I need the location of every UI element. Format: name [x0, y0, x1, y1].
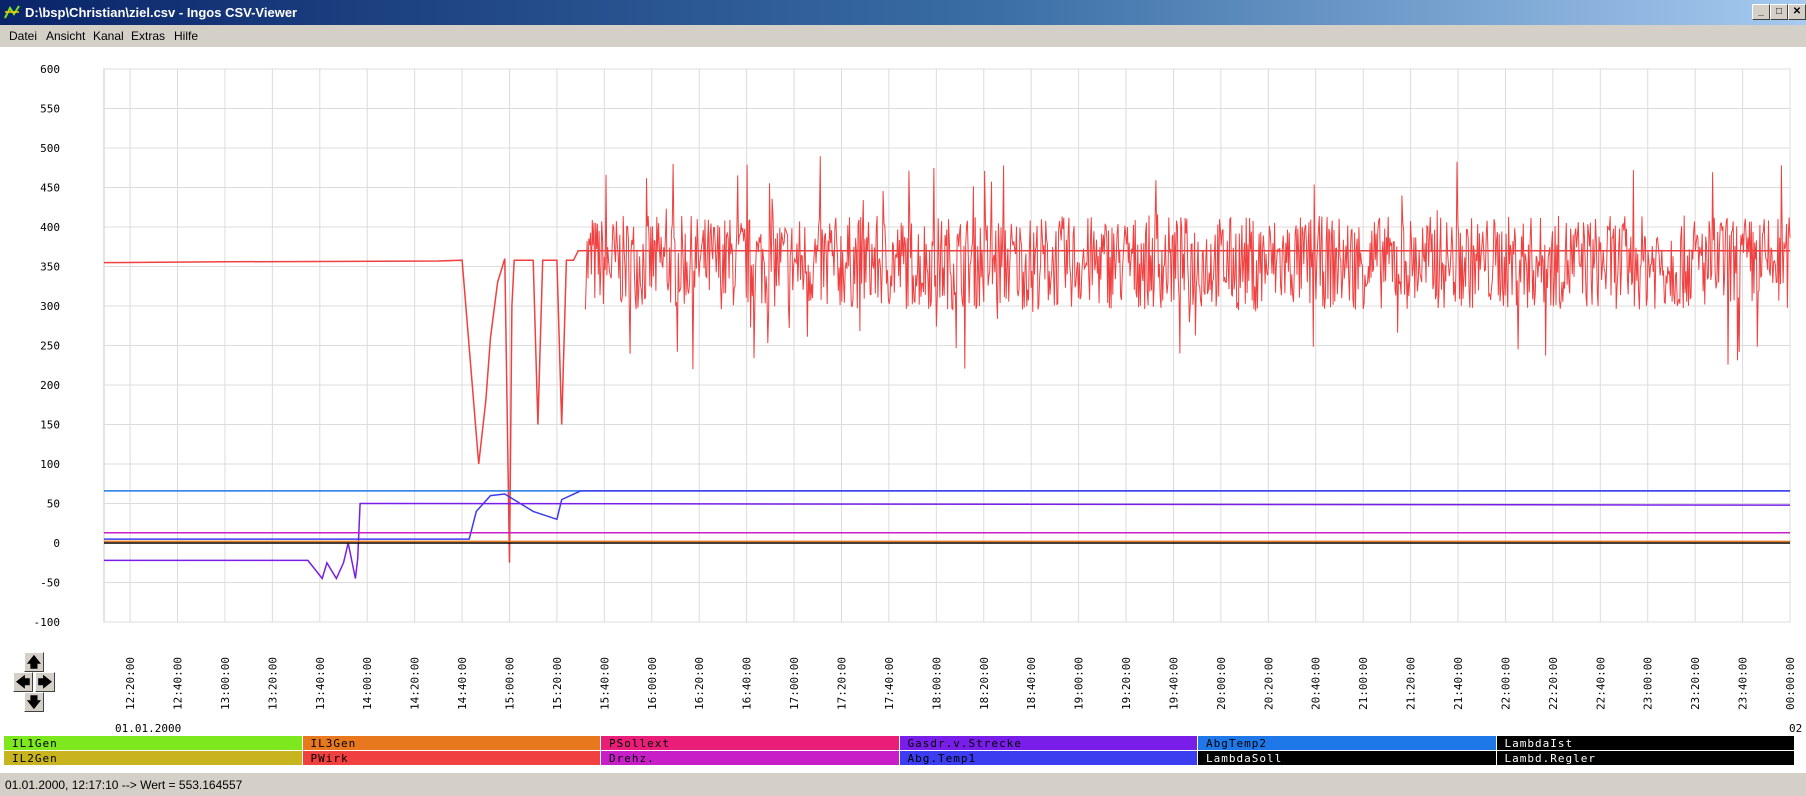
y-tick-label: 200 [40, 379, 60, 392]
x-tick-label: 19:40:00 [1167, 657, 1180, 710]
x-tick-label: 16:20:00 [693, 657, 706, 710]
x-tick-label: 16:40:00 [741, 657, 754, 710]
x-tick-label: 19:20:00 [1120, 657, 1133, 710]
y-tick-label: 300 [40, 300, 60, 313]
menu-datei[interactable]: Datei [9, 29, 37, 43]
x-tick-label: 20:00:00 [1215, 657, 1228, 710]
x-tick-label: 18:20:00 [978, 657, 991, 710]
scroll-right-button[interactable]: 🡆 [35, 672, 55, 692]
y-tick-label: 100 [40, 458, 60, 471]
title-bar: D:\bsp\Christian\ziel.csv - Ingos CSV-Vi… [0, 0, 1806, 25]
legend-item-il2gen[interactable]: IL2Gen [4, 751, 303, 766]
x-tick-label: 12:40:00 [172, 657, 185, 710]
x-tick-label: 14:00:00 [361, 657, 374, 710]
menu-ansicht[interactable]: Ansicht [46, 29, 85, 43]
legend-item-pwirk[interactable]: PWirk [302, 751, 601, 766]
menu-kanal[interactable]: Kanal [93, 29, 124, 43]
x-axis-date: 01.01.2000 [115, 722, 182, 735]
legend-item-gasdr-v-strecke[interactable]: Gasdr.v.Strecke [899, 736, 1198, 751]
x-tick-label: 20:40:00 [1310, 657, 1323, 710]
maximize-button[interactable]: □ [1770, 4, 1788, 20]
minimize-button[interactable]: _ [1752, 4, 1770, 20]
legend-item-abg-temp1[interactable]: Abg.Temp1 [899, 751, 1198, 766]
legend-item-abgtemp2[interactable]: AbgTemp2 [1198, 736, 1497, 751]
menu-extras[interactable]: Extras [131, 29, 165, 43]
window-title: D:\bsp\Christian\ziel.csv - Ingos CSV-Vi… [25, 5, 298, 20]
x-tick-label: 15:40:00 [598, 657, 611, 710]
scroll-down-button[interactable]: 🡇 [24, 692, 44, 712]
y-tick-label: 0 [53, 537, 60, 550]
x-tick-label: 15:00:00 [503, 657, 516, 710]
legend-item-lambd-regler[interactable]: Lambd.Regler [1496, 751, 1795, 766]
navigation-pad: 🡅 🡄 🡆 🡇 [13, 652, 55, 712]
x-tick-label: 15:20:00 [551, 657, 564, 710]
x-tick-label: 23:00:00 [1642, 657, 1655, 710]
x-tick-label: 13:00:00 [219, 657, 232, 710]
x-axis-date-next: 02 [1789, 722, 1803, 735]
x-tick-label: 23:40:00 [1737, 657, 1750, 710]
y-tick-label: 250 [40, 340, 60, 353]
status-text: 01.01.2000, 12:17:10 --> Wert = 553.1645… [5, 778, 243, 792]
x-tick-label: 20:20:00 [1262, 657, 1275, 710]
y-tick-label: 450 [40, 182, 60, 195]
x-tick-label: 21:40:00 [1452, 657, 1465, 710]
x-tick-label: 23:20:00 [1689, 657, 1702, 710]
y-tick-label: 350 [40, 261, 60, 274]
y-tick-label: 50 [47, 498, 60, 511]
legend-item-psollext[interactable]: PSollext [601, 736, 900, 751]
x-tick-label: 14:20:00 [409, 657, 422, 710]
x-tick-label: 14:40:00 [456, 657, 469, 710]
x-tick-label: 13:20:00 [266, 657, 279, 710]
legend-item-il1gen[interactable]: IL1Gen [4, 736, 303, 751]
legend-item-il3gen[interactable]: IL3Gen [302, 736, 601, 751]
x-tick-label: 18:40:00 [1025, 657, 1038, 710]
x-tick-label: 19:00:00 [1073, 657, 1086, 710]
legend-item-lambdaist[interactable]: LambdaIst [1496, 736, 1795, 751]
legend-item-drehz[interactable]: Drehz. [601, 751, 900, 766]
x-tick-label: 22:20:00 [1547, 657, 1560, 710]
y-tick-label: -100 [34, 616, 61, 629]
x-tick-label: 00:00:00 [1784, 657, 1797, 710]
x-tick-label: 17:20:00 [835, 657, 848, 710]
x-tick-label: 17:00:00 [788, 657, 801, 710]
x-tick-label: 22:00:00 [1499, 657, 1512, 710]
y-tick-label: 600 [40, 63, 60, 76]
y-tick-label: -50 [40, 577, 60, 590]
x-tick-label: 22:40:00 [1594, 657, 1607, 710]
y-tick-label: 150 [40, 419, 60, 432]
close-button[interactable]: ✕ [1788, 4, 1806, 20]
legend-item-lambdasoll[interactable]: LambdaSoll [1198, 751, 1497, 766]
menu-bar: Datei Ansicht Kanal Extras Hilfe [0, 25, 1806, 47]
app-icon [4, 5, 20, 19]
line-chart[interactable]: 600550500450400350300250200150100500-50-… [0, 47, 1806, 747]
channel-legend: IL1Gen IL3Gen PSollext Gasdr.v.Strecke AbgTe… [4, 736, 1795, 766]
x-tick-label: 21:00:00 [1357, 657, 1370, 710]
scroll-up-button[interactable]: 🡅 [24, 652, 44, 672]
x-tick-label: 17:40:00 [883, 657, 896, 710]
x-tick-label: 13:40:00 [314, 657, 327, 710]
y-tick-label: 500 [40, 142, 60, 155]
menu-hilfe[interactable]: Hilfe [174, 29, 198, 43]
x-tick-label: 12:20:00 [124, 657, 137, 710]
x-tick-label: 16:00:00 [646, 657, 659, 710]
scroll-left-button[interactable]: 🡄 [13, 672, 33, 692]
x-tick-label: 18:00:00 [930, 657, 943, 710]
y-tick-label: 400 [40, 221, 60, 234]
status-bar: 01.01.2000, 12:17:10 --> Wert = 553.1645… [0, 772, 1806, 796]
x-tick-label: 21:20:00 [1405, 657, 1418, 710]
y-tick-label: 550 [40, 103, 60, 116]
